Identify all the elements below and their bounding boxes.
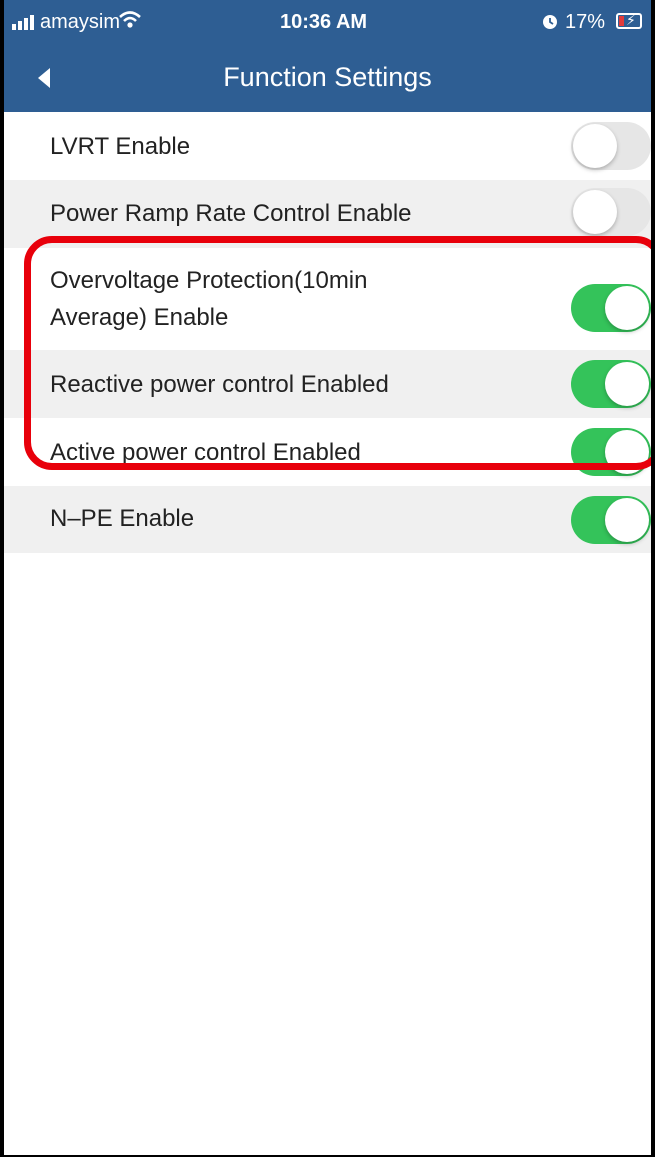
screenshot-border (0, 0, 655, 1157)
